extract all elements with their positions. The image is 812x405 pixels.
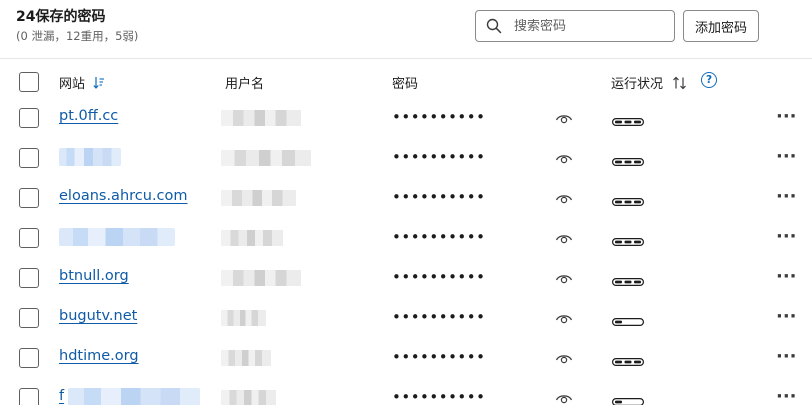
health-bar-icon [612, 191, 644, 210]
page-title: 24保存的密码 [16, 9, 106, 25]
password-mask: •••••••••• [392, 348, 486, 366]
eye-icon[interactable] [555, 190, 573, 209]
row-checkbox[interactable] [19, 348, 39, 368]
site-redacted [59, 148, 121, 166]
column-header-site[interactable]: 网站 [59, 73, 105, 92]
site-link[interactable]: btnull.org [59, 268, 129, 284]
more-icon[interactable]: ··· [776, 266, 797, 287]
header-divider [0, 58, 812, 59]
row-checkbox[interactable] [19, 268, 39, 288]
table-row[interactable]: bugutv.net •••••••••• ··· [0, 298, 812, 338]
password-summary: (0 泄漏，12重用，5弱) [16, 29, 139, 43]
site-link[interactable]: bugutv.net [59, 308, 137, 324]
table-row[interactable]: hdtime.org •••••••••• ··· [0, 338, 812, 378]
row-checkbox[interactable] [19, 188, 39, 208]
username-redacted [221, 110, 301, 126]
column-label-password: 密码 [392, 77, 419, 92]
password-mask: •••••••••• [392, 268, 486, 286]
username-redacted [221, 350, 271, 366]
more-icon[interactable]: ··· [776, 226, 797, 247]
health-bar-icon [612, 111, 644, 130]
more-icon[interactable]: ··· [776, 386, 797, 405]
password-mask: •••••••••• [392, 148, 486, 166]
password-mask: •••••••••• [392, 308, 486, 326]
column-label-username: 用户名 [225, 77, 265, 92]
eye-icon[interactable] [555, 350, 573, 369]
username-redacted [221, 310, 266, 326]
site-redacted [59, 228, 175, 246]
search-input[interactable] [514, 18, 664, 34]
table-row[interactable]: •••••••••• ··· [0, 218, 812, 258]
eye-icon[interactable] [555, 150, 573, 169]
health-bar-icon [612, 311, 644, 330]
add-password-button[interactable]: 添加密码 [683, 10, 759, 42]
username-redacted [221, 190, 296, 206]
more-icon[interactable]: ··· [776, 346, 797, 367]
column-label-health: 运行状况 [611, 77, 664, 92]
row-checkbox[interactable] [19, 308, 39, 328]
table-row[interactable]: f •••••••••• ··· [0, 378, 812, 405]
site-link[interactable]: hdtime.org [59, 348, 139, 364]
column-header-health[interactable]: 运行状况 [611, 73, 688, 92]
more-icon[interactable]: ··· [776, 186, 797, 207]
column-header-password[interactable]: 密码 [392, 73, 418, 92]
select-all-checkbox[interactable] [19, 72, 39, 92]
row-checkbox[interactable] [19, 148, 39, 168]
table-row[interactable]: eloans.ahrcu.com •••••••••• ··· [0, 178, 812, 218]
table-row[interactable]: btnull.org •••••••••• ··· [0, 258, 812, 298]
row-checkbox[interactable] [19, 108, 39, 128]
search-box[interactable] [475, 10, 675, 42]
health-bar-icon [612, 231, 644, 250]
eye-icon[interactable] [555, 110, 573, 129]
help-circle-icon[interactable]: ? [701, 72, 717, 88]
health-bar-icon [612, 151, 644, 170]
health-bar-icon [612, 391, 644, 405]
more-icon[interactable]: ··· [776, 146, 797, 167]
username-redacted [221, 390, 276, 405]
site-link[interactable]: eloans.ahrcu.com [59, 188, 188, 204]
table-row[interactable]: •••••••••• ··· [0, 138, 812, 178]
table-row[interactable]: pt.0ff.cc •••••••••• ··· [0, 98, 812, 138]
column-header-username[interactable]: 用户名 [225, 73, 264, 92]
password-mask: •••••••••• [392, 388, 486, 405]
more-icon[interactable]: ··· [776, 106, 797, 127]
username-redacted [221, 230, 283, 246]
sort-down-icon [93, 76, 105, 89]
search-icon [486, 18, 502, 34]
password-mask: •••••••••• [392, 188, 486, 206]
eye-icon[interactable] [555, 270, 573, 289]
site-link[interactable]: f [59, 388, 64, 404]
username-redacted [221, 150, 311, 166]
sort-arrows-icon[interactable] [672, 76, 688, 90]
eye-icon[interactable] [555, 310, 573, 329]
username-redacted [221, 270, 301, 286]
row-checkbox[interactable] [19, 388, 39, 405]
password-mask: •••••••••• [392, 108, 486, 126]
eye-icon[interactable] [555, 230, 573, 249]
site-link[interactable]: pt.0ff.cc [59, 108, 118, 124]
row-checkbox[interactable] [19, 228, 39, 248]
column-label-site: 网站 [59, 77, 86, 92]
password-mask: •••••••••• [392, 228, 486, 246]
health-bar-icon [612, 271, 644, 290]
eye-icon[interactable] [555, 390, 573, 405]
site-redacted [68, 388, 200, 405]
health-bar-icon [612, 351, 644, 370]
more-icon[interactable]: ··· [776, 306, 797, 327]
